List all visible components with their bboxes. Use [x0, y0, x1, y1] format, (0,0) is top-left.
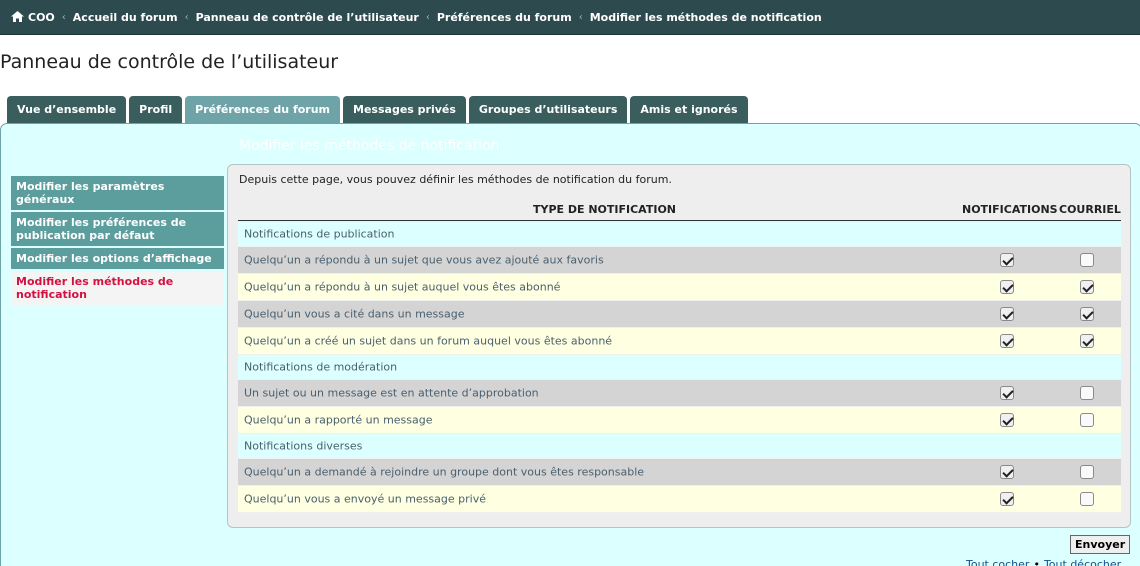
email-checkbox[interactable]	[1080, 465, 1094, 479]
tab-item[interactable]: Vue d’ensemble	[7, 96, 127, 123]
tab-item[interactable]: Amis et ignorés	[630, 96, 748, 123]
table-row: Quelqu’un a rapporté un message	[238, 407, 1121, 434]
tab-item[interactable]: Préférences du forum	[185, 96, 341, 123]
email-checkbox[interactable]	[1080, 386, 1094, 400]
unmark-all-link[interactable]: Tout décocher	[1044, 558, 1121, 566]
notification-checkbox[interactable]	[1000, 253, 1014, 267]
notification-type-label: Quelqu’un a répondu à un sujet que vous …	[244, 253, 604, 267]
notification-type-label: Quelqu’un vous a envoyé un message privé	[244, 492, 486, 506]
table-group-row: Notifications de publication	[238, 222, 1121, 247]
breadcrumb-separator: ‹	[425, 11, 430, 23]
home-icon	[11, 10, 24, 22]
intro-text: Depuis cette page, vous pouvez définir l…	[239, 173, 672, 186]
group-label: Notifications de modération	[244, 360, 398, 374]
email-checkbox[interactable]	[1080, 253, 1094, 267]
notification-type-label: Quelqu’un a créé un sujet dans un forum …	[244, 334, 613, 348]
notification-checkbox[interactable]	[1000, 492, 1014, 506]
breadcrumb-label: Préférences du forum	[436, 10, 572, 24]
email-checkbox[interactable]	[1080, 307, 1094, 321]
group-label: Notifications diverses	[244, 439, 363, 453]
section-heading: Modifier les méthodes de notification	[239, 138, 500, 154]
breadcrumb-label: Modifier les méthodes de notification	[589, 10, 822, 24]
notification-checkbox[interactable]	[1000, 413, 1014, 427]
notification-type-label: Quelqu’un a rapporté un message	[244, 413, 433, 427]
side-menu-item[interactable]: Modifier les options d’affichage	[11, 248, 224, 269]
notification-table: Notifications de publication Quelqu’un a …	[238, 222, 1121, 513]
table-row: Quelqu’un a créé un sujet dans un forum …	[238, 328, 1121, 355]
email-checkbox[interactable]	[1080, 413, 1094, 427]
notification-checkbox[interactable]	[1000, 280, 1014, 294]
tab-item[interactable]: Messages privés	[343, 96, 466, 123]
breadcrumb-item[interactable]: Préférences du forum	[437, 11, 572, 24]
notification-checkbox[interactable]	[1000, 386, 1014, 400]
mark-links: Tout cocher • Tout décocher	[966, 558, 1121, 566]
header-type: TYPE DE NOTIFICATION	[533, 203, 676, 216]
email-checkbox[interactable]	[1080, 334, 1094, 348]
side-menu-item[interactable]: Modifier les paramètres généraux	[11, 176, 224, 210]
breadcrumb-label: Accueil du forum	[72, 10, 178, 24]
ucp-side-menu: Modifier les paramètres généraux Modifier…	[11, 176, 224, 307]
notification-type-label: Quelqu’un a demandé à rejoindre un group…	[244, 465, 645, 479]
notification-checkbox[interactable]	[1000, 334, 1014, 348]
table-row: Un sujet ou un message est en attente d’…	[238, 380, 1121, 407]
notification-type-label: Un sujet ou un message est en attente d’…	[244, 386, 539, 400]
header-mail: COURRIEL	[1059, 203, 1121, 216]
tab-item[interactable]: Groupes d’utilisateurs	[468, 96, 628, 123]
side-menu-item[interactable]: Modifier les méthodes de notification	[11, 271, 224, 305]
mark-all-link[interactable]: Tout cocher	[966, 558, 1029, 566]
page-title: Panneau de contrôle de l’utilisateur	[0, 51, 339, 73]
notification-type-label: Quelqu’un a répondu à un sujet auquel vo…	[244, 280, 561, 294]
table-group-row: Notifications diverses	[238, 434, 1121, 459]
breadcrumb: COO ‹ Accueil du forum ‹ Panneau de contrôle…	[0, 0, 1140, 35]
side-menu-item[interactable]: Modifier les préférences de publication …	[11, 212, 224, 246]
table-row: Quelqu’un a répondu à un sujet auquel vo…	[238, 274, 1121, 301]
table-row: Quelqu’un a répondu à un sujet que vous …	[238, 247, 1121, 274]
notification-type-label: Quelqu’un vous a cité dans un message	[244, 307, 465, 321]
notification-form: Depuis cette page, vous pouvez définir l…	[227, 164, 1131, 528]
link-separator: •	[1033, 558, 1040, 566]
notification-checkbox[interactable]	[1000, 307, 1014, 321]
breadcrumb-item[interactable]: Accueil du forum	[73, 11, 178, 24]
breadcrumb-item[interactable]: COO	[11, 10, 55, 24]
submit-button[interactable]: Envoyer	[1070, 535, 1131, 554]
email-checkbox[interactable]	[1080, 280, 1094, 294]
breadcrumb-label: COO	[28, 10, 55, 24]
table-group-row: Notifications de modération	[238, 355, 1121, 380]
email-checkbox[interactable]	[1080, 492, 1094, 506]
table-row: Quelqu’un vous a cité dans un message	[238, 301, 1121, 328]
breadcrumb-separator: ‹	[184, 11, 189, 23]
group-label: Notifications de publication	[244, 227, 395, 241]
breadcrumb-separator: ‹	[61, 11, 66, 23]
breadcrumb-item[interactable]: Modifier les méthodes de notification	[590, 11, 822, 24]
ucp-tabs: Vue d’ensemble Profil Préférences du forum…	[7, 96, 748, 123]
breadcrumb-item[interactable]: Panneau de contrôle de l’utilisateur	[196, 11, 419, 24]
table-header: TYPE DE NOTIFICATION NOTIFICATIONS COURR…	[238, 200, 1121, 221]
header-notifications: NOTIFICATIONS	[962, 203, 1058, 216]
breadcrumb-separator: ‹	[578, 11, 583, 23]
table-row: Quelqu’un a demandé à rejoindre un group…	[238, 459, 1121, 486]
notification-checkbox[interactable]	[1000, 465, 1014, 479]
table-row: Quelqu’un vous a envoyé un message privé	[238, 486, 1121, 513]
breadcrumb-label: Panneau de contrôle de l’utilisateur	[195, 10, 419, 24]
tab-item[interactable]: Profil	[129, 96, 183, 123]
